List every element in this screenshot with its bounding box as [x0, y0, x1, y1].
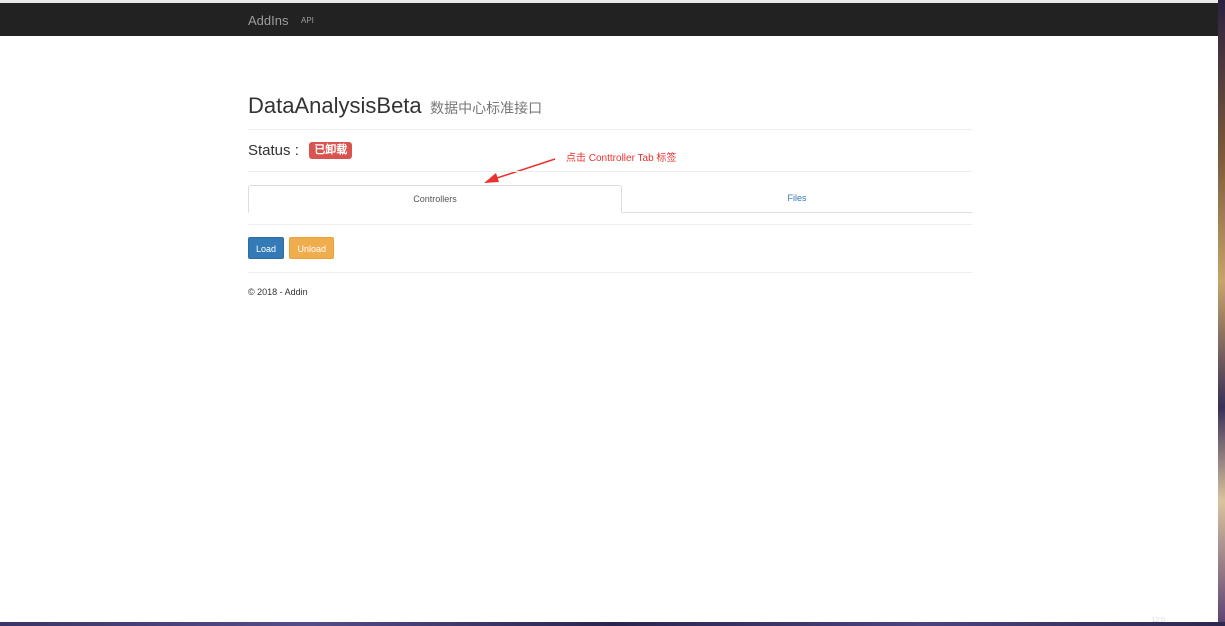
- status-row: Status : 已卸载: [248, 142, 353, 160]
- annotation-callout-text: 点击 Conttroller Tab 标签: [566, 153, 677, 164]
- title-divider: [248, 129, 972, 130]
- desktop-wallpaper-edge: [1218, 0, 1225, 626]
- browser-viewport: AddIns API DataAnalysisBeta 数据中心标准接口 Sta…: [0, 0, 1225, 626]
- action-buttons: Load Unload: [248, 237, 335, 259]
- page-title-subtitle: 数据中心标准接口: [430, 100, 543, 116]
- tab-controllers[interactable]: Controllers: [248, 185, 622, 213]
- status-label: Status :: [248, 142, 299, 160]
- tab-bar: Controllers Files: [248, 185, 972, 213]
- status-badge: 已卸载: [309, 142, 353, 160]
- footer-copyright: © 2018 - Addin: [248, 287, 308, 297]
- page-title-main: DataAnalysisBeta: [248, 93, 422, 118]
- tab-files[interactable]: Files: [622, 185, 972, 211]
- unload-button[interactable]: Unload: [289, 237, 335, 259]
- tabs-divider: [248, 224, 972, 225]
- page-title: DataAnalysisBeta 数据中心标准接口: [248, 93, 542, 119]
- footer-divider: [248, 272, 972, 273]
- load-button[interactable]: Load: [248, 237, 285, 259]
- windows-taskbar: 12:0: [0, 617, 1225, 626]
- nav-link-api[interactable]: API: [301, 16, 314, 25]
- navbar-brand-link[interactable]: AddIns: [248, 13, 288, 28]
- status-divider: [248, 171, 972, 172]
- top-navbar: AddIns API: [0, 3, 1218, 36]
- annotation-arrow-icon: [484, 158, 556, 183]
- taskbar-clock: 12:0: [1151, 617, 1165, 624]
